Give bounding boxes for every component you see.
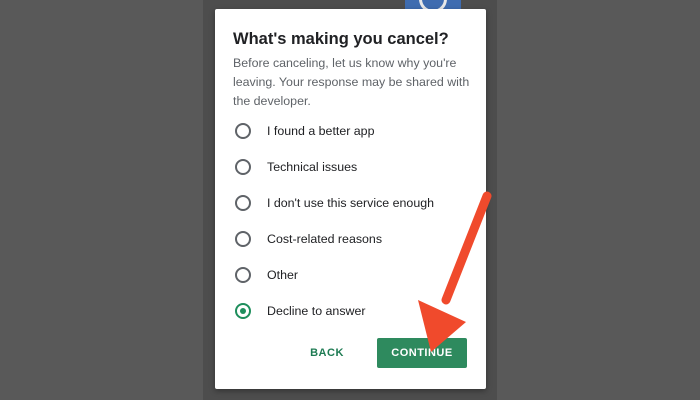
- option-label: Decline to answer: [267, 304, 366, 318]
- option-dont-use-enough[interactable]: I don't use this service enough: [235, 192, 475, 214]
- radio-button-checked-icon[interactable]: [235, 303, 251, 319]
- option-better-app[interactable]: I found a better app: [235, 120, 475, 142]
- option-label: Other: [267, 268, 298, 282]
- radio-button-icon[interactable]: [235, 159, 251, 175]
- option-label: Technical issues: [267, 160, 358, 174]
- dialog-title: What's making you cancel?: [233, 30, 449, 48]
- option-label: Cost-related reasons: [267, 232, 383, 246]
- radio-button-icon[interactable]: [235, 231, 251, 247]
- dialog-description: Before canceling, let us know why you're…: [233, 56, 470, 108]
- option-technical-issues[interactable]: Technical issues: [235, 156, 475, 178]
- option-other[interactable]: Other: [235, 264, 475, 286]
- radio-button-icon[interactable]: [235, 267, 251, 283]
- option-label: I found a better app: [267, 124, 375, 138]
- continue-button[interactable]: CONTINUE: [377, 338, 467, 368]
- radio-button-icon[interactable]: [235, 195, 251, 211]
- option-cost-related[interactable]: Cost-related reasons: [235, 228, 475, 250]
- radio-button-icon[interactable]: [235, 123, 251, 139]
- option-label: I don't use this service enough: [267, 196, 434, 210]
- back-button[interactable]: BACK: [303, 338, 351, 368]
- option-decline[interactable]: Decline to answer: [235, 300, 475, 322]
- cancel-reason-dialog: What's making you cancel? Before canceli…: [215, 9, 486, 389]
